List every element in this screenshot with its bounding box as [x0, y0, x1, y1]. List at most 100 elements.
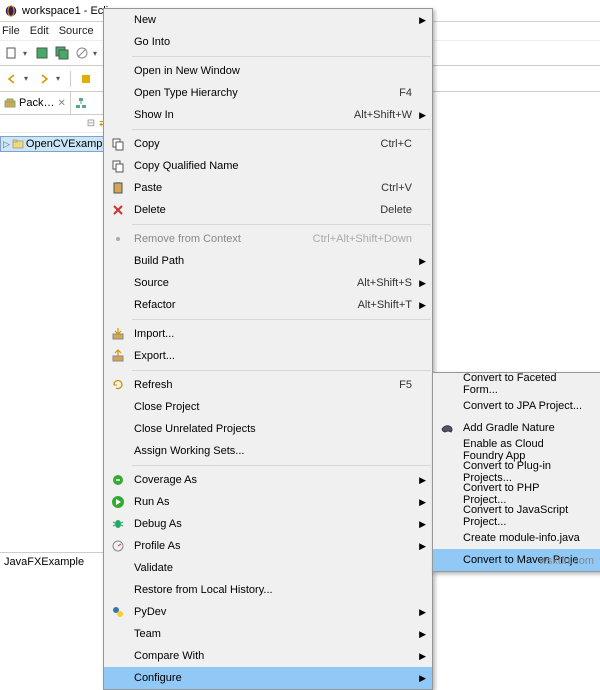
- menu-item-refresh[interactable]: RefreshF5: [104, 374, 432, 396]
- submenu-item-moduleinfo[interactable]: Create module-info.java: [433, 527, 600, 549]
- tree-item-label: OpenCVExampl: [26, 138, 105, 150]
- dropdown-icon[interactable]: ▾: [23, 49, 31, 58]
- submenu-arrow-icon: ▶: [419, 541, 426, 552]
- menu-separator: [132, 224, 431, 225]
- footer-project[interactable]: JavaFXExample: [0, 552, 119, 571]
- configure-submenu[interactable]: Convert to Faceted Form...Convert to JPA…: [432, 372, 600, 572]
- forward-icon[interactable]: [35, 70, 53, 88]
- paste-icon: [110, 180, 126, 196]
- menu-item-assign-ws[interactable]: Assign Working Sets...: [104, 440, 432, 462]
- stop-icon[interactable]: [77, 70, 95, 88]
- context-menu[interactable]: New▶Go Into Open in New WindowOpen Type H…: [103, 8, 433, 690]
- submenu-arrow-icon: ▶: [419, 15, 426, 26]
- refresh-icon: [110, 377, 126, 393]
- menu-item-source[interactable]: SourceAlt+Shift+S▶: [104, 272, 432, 294]
- menu-source[interactable]: Source: [59, 25, 94, 37]
- submenu-item-javascript[interactable]: Convert to JavaScript Project...: [433, 505, 600, 527]
- package-explorer: Pack… ✕ ⊟ ⇄ ▾ ▷ OpenCVExampl JavaFXExamp…: [0, 92, 120, 571]
- copy-icon: [110, 136, 126, 152]
- tab-other[interactable]: [71, 92, 91, 114]
- tab-package-explorer[interactable]: Pack… ✕: [0, 92, 71, 114]
- submenu-arrow-icon: ▶: [419, 497, 426, 508]
- watermark: wsxdn.com: [539, 555, 594, 567]
- submenu-arrow-icon: ▶: [419, 278, 426, 289]
- back-icon[interactable]: [3, 70, 21, 88]
- dropdown-icon[interactable]: ▾: [93, 49, 101, 58]
- menu-item-team[interactable]: Team▶: [104, 623, 432, 645]
- submenu-arrow-icon: ▶: [419, 256, 426, 267]
- delete-icon: [110, 202, 126, 218]
- menu-item-build-path[interactable]: Build Path▶: [104, 250, 432, 272]
- eclipse-icon: [4, 4, 18, 18]
- menu-item-configure[interactable]: Configure▶: [104, 667, 432, 689]
- menu-item-go-into[interactable]: Go Into: [104, 31, 432, 53]
- submenu-item-php[interactable]: Convert to PHP Project...: [433, 483, 600, 505]
- close-icon[interactable]: ✕: [57, 98, 65, 109]
- menu-separator: [132, 319, 431, 320]
- coverage-icon: [110, 472, 126, 488]
- view-toolbar: ⊟ ⇄ ▾: [0, 115, 119, 133]
- tree-item-opencv[interactable]: ▷ OpenCVExampl: [0, 136, 119, 152]
- import-icon: [110, 326, 126, 342]
- menu-item-close-project[interactable]: Close Project: [104, 396, 432, 418]
- submenu-item-plugin[interactable]: Convert to Plug-in Projects...: [433, 461, 600, 483]
- menu-item-delete[interactable]: DeleteDelete: [104, 199, 432, 221]
- menu-item-remove-ctx: Remove from ContextCtrl+Alt+Shift+Down: [104, 228, 432, 250]
- new-icon[interactable]: [3, 44, 21, 62]
- submenu-arrow-icon: ▶: [419, 673, 426, 684]
- skip-icon[interactable]: [73, 44, 91, 62]
- menu-separator: [132, 129, 431, 130]
- save-all-icon[interactable]: [53, 44, 71, 62]
- expand-icon[interactable]: ▷: [3, 139, 10, 150]
- submenu-arrow-icon: ▶: [419, 607, 426, 618]
- menu-item-debug-as[interactable]: Debug As▶: [104, 513, 432, 535]
- submenu-item-gradle[interactable]: Add Gradle Nature: [433, 417, 600, 439]
- menu-item-pydev[interactable]: PyDev▶: [104, 601, 432, 623]
- menu-item-new[interactable]: New▶: [104, 9, 432, 31]
- menu-edit[interactable]: Edit: [30, 25, 49, 37]
- project-tree[interactable]: ▷ OpenCVExampl: [0, 133, 119, 552]
- menu-item-refactor[interactable]: RefactorAlt+Shift+T▶: [104, 294, 432, 316]
- menu-item-import[interactable]: Import...: [104, 323, 432, 345]
- submenu-arrow-icon: ▶: [419, 519, 426, 530]
- dot-icon: [110, 231, 126, 247]
- menu-item-paste[interactable]: PasteCtrl+V: [104, 177, 432, 199]
- submenu-arrow-icon: ▶: [419, 651, 426, 662]
- menu-item-export[interactable]: Export...: [104, 345, 432, 367]
- menu-item-close-unrelated[interactable]: Close Unrelated Projects: [104, 418, 432, 440]
- save-icon[interactable]: [33, 44, 51, 62]
- export-icon: [110, 348, 126, 364]
- menu-item-coverage-as[interactable]: Coverage As▶: [104, 469, 432, 491]
- menu-item-show-in[interactable]: Show InAlt+Shift+W▶: [104, 104, 432, 126]
- menu-separator: [132, 465, 431, 466]
- menu-item-profile-as[interactable]: Profile As▶: [104, 535, 432, 557]
- tab-label: Pack…: [19, 97, 54, 109]
- view-tabs: Pack… ✕: [0, 92, 119, 115]
- collapse-icon[interactable]: ⊟: [87, 118, 95, 129]
- package-icon: [4, 97, 16, 109]
- menu-item-copy[interactable]: CopyCtrl+C: [104, 133, 432, 155]
- submenu-item-faceted[interactable]: Convert to Faceted Form...: [433, 373, 600, 395]
- menu-separator: [132, 56, 431, 57]
- menu-item-copy-qname[interactable]: Copy Qualified Name: [104, 155, 432, 177]
- submenu-arrow-icon: ▶: [419, 110, 426, 121]
- submenu-arrow-icon: ▶: [419, 300, 426, 311]
- pydev-icon: [110, 604, 126, 620]
- menu-item-compare[interactable]: Compare With▶: [104, 645, 432, 667]
- run-icon: [110, 494, 126, 510]
- menu-item-validate[interactable]: Validate: [104, 557, 432, 579]
- menu-item-restore-local[interactable]: Restore from Local History...: [104, 579, 432, 601]
- menu-item-open-type-hier[interactable]: Open Type HierarchyF4: [104, 82, 432, 104]
- submenu-item-cloudfoundry[interactable]: Enable as Cloud Foundry App: [433, 439, 600, 461]
- submenu-arrow-icon: ▶: [419, 475, 426, 486]
- submenu-item-jpa[interactable]: Convert to JPA Project...: [433, 395, 600, 417]
- debug-icon: [110, 516, 126, 532]
- menu-item-run-as[interactable]: Run As▶: [104, 491, 432, 513]
- gradle-icon: [439, 420, 455, 436]
- copy-icon: [110, 158, 126, 174]
- menu-item-open-new-window[interactable]: Open in New Window: [104, 60, 432, 82]
- profile-icon: [110, 538, 126, 554]
- menu-file[interactable]: File: [2, 25, 20, 37]
- submenu-arrow-icon: ▶: [419, 629, 426, 640]
- project-icon: [12, 138, 24, 150]
